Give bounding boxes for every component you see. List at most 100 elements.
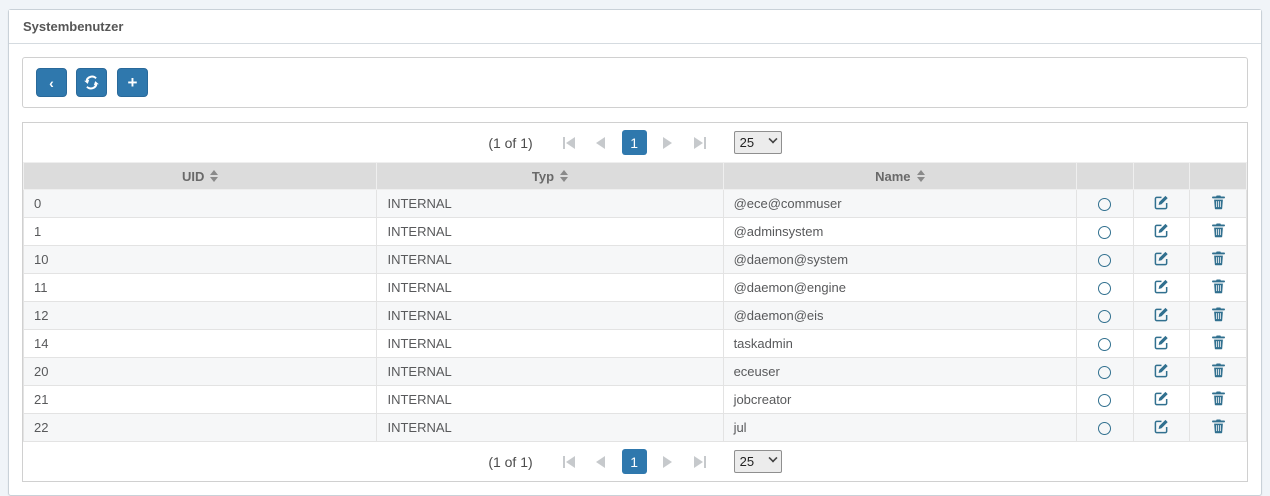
cell-name: jobcreator	[723, 386, 1076, 414]
trash-icon[interactable]	[1212, 335, 1225, 350]
cell-typ: INTERNAL	[377, 218, 723, 246]
cell-uid: 20	[24, 358, 377, 386]
cell-delete	[1190, 246, 1247, 274]
trash-icon[interactable]	[1212, 391, 1225, 406]
radio-select-icon[interactable]	[1098, 338, 1111, 351]
cell-typ: INTERNAL	[377, 414, 723, 442]
chevron-left-icon: ‹	[49, 76, 54, 90]
page-report: (1 of 1)	[488, 135, 532, 151]
edit-icon[interactable]	[1154, 251, 1169, 266]
cell-typ: INTERNAL	[377, 190, 723, 218]
table-row: 14INTERNALtaskadmin	[24, 330, 1247, 358]
radio-select-icon[interactable]	[1098, 282, 1111, 295]
radio-select-icon[interactable]	[1098, 254, 1111, 267]
radio-select-icon[interactable]	[1098, 226, 1111, 239]
last-page-icon[interactable]	[688, 450, 712, 474]
last-page-icon[interactable]	[688, 131, 712, 155]
cell-name: @daemon@system	[723, 246, 1076, 274]
plus-icon: +	[127, 74, 137, 91]
cell-delete	[1190, 302, 1247, 330]
sort-icon	[917, 170, 925, 182]
cell-name: taskadmin	[723, 330, 1076, 358]
rows-per-page-select[interactable]: 25	[734, 131, 782, 154]
trash-icon[interactable]	[1212, 307, 1225, 322]
refresh-icon	[84, 75, 99, 90]
table-row: 0INTERNAL@ece@commuser	[24, 190, 1247, 218]
table-row: 11INTERNAL@daemon@engine	[24, 274, 1247, 302]
edit-icon[interactable]	[1154, 223, 1169, 238]
cell-edit	[1133, 218, 1190, 246]
cell-typ: INTERNAL	[377, 274, 723, 302]
radio-select-icon[interactable]	[1098, 198, 1111, 211]
trash-icon[interactable]	[1212, 195, 1225, 210]
cell-select	[1077, 274, 1134, 302]
trash-icon[interactable]	[1212, 419, 1225, 434]
cell-typ: INTERNAL	[377, 358, 723, 386]
column-header-uid[interactable]: UID	[24, 163, 377, 190]
page-number-button[interactable]: 1	[622, 449, 647, 474]
edit-icon[interactable]	[1154, 279, 1169, 294]
cell-uid: 11	[24, 274, 377, 302]
radio-select-icon[interactable]	[1098, 310, 1111, 323]
rows-per-page-select[interactable]: 25	[734, 450, 782, 473]
edit-icon[interactable]	[1154, 335, 1169, 350]
table-row: 1INTERNAL@adminsystem	[24, 218, 1247, 246]
trash-icon[interactable]	[1212, 223, 1225, 238]
cell-typ: INTERNAL	[377, 246, 723, 274]
cell-select	[1077, 190, 1134, 218]
back-button[interactable]: ‹	[36, 68, 67, 97]
cell-select	[1077, 246, 1134, 274]
cell-uid: 22	[24, 414, 377, 442]
radio-select-icon[interactable]	[1098, 394, 1111, 407]
next-page-icon[interactable]	[656, 131, 680, 155]
edit-icon[interactable]	[1154, 363, 1169, 378]
cell-name: jul	[723, 414, 1076, 442]
refresh-button[interactable]	[76, 68, 107, 97]
edit-icon[interactable]	[1154, 195, 1169, 210]
systembenutzer-panel: Systembenutzer ‹ + (1 o	[8, 9, 1262, 496]
edit-icon[interactable]	[1154, 391, 1169, 406]
column-header-name[interactable]: Name	[723, 163, 1076, 190]
add-button[interactable]: +	[117, 68, 148, 97]
radio-select-icon[interactable]	[1098, 422, 1111, 435]
cell-uid: 14	[24, 330, 377, 358]
edit-icon[interactable]	[1154, 307, 1169, 322]
cell-delete	[1190, 358, 1247, 386]
first-page-icon[interactable]	[557, 450, 581, 474]
prev-page-icon[interactable]	[589, 450, 613, 474]
page-number-button[interactable]: 1	[622, 130, 647, 155]
paginator-bottom: (1 of 1) 1 25	[23, 442, 1247, 481]
cell-select	[1077, 386, 1134, 414]
column-header-typ[interactable]: Typ	[377, 163, 723, 190]
table-body: 0INTERNAL@ece@commuser1INTERNAL@adminsys…	[24, 190, 1247, 442]
trash-icon[interactable]	[1212, 363, 1225, 378]
cell-edit	[1133, 358, 1190, 386]
trash-icon[interactable]	[1212, 279, 1225, 294]
cell-delete	[1190, 414, 1247, 442]
edit-icon[interactable]	[1154, 419, 1169, 434]
table-row: 20INTERNALeceuser	[24, 358, 1247, 386]
radio-select-icon[interactable]	[1098, 366, 1111, 379]
trash-icon[interactable]	[1212, 251, 1225, 266]
cell-name: @ece@commuser	[723, 190, 1076, 218]
sort-icon	[210, 170, 218, 182]
prev-page-icon[interactable]	[589, 131, 613, 155]
cell-uid: 12	[24, 302, 377, 330]
column-header-select	[1077, 163, 1134, 190]
cell-delete	[1190, 274, 1247, 302]
column-label: UID	[182, 169, 204, 184]
table-row: 22INTERNALjul	[24, 414, 1247, 442]
cell-typ: INTERNAL	[377, 302, 723, 330]
first-page-icon[interactable]	[557, 131, 581, 155]
cell-edit	[1133, 302, 1190, 330]
cell-select	[1077, 414, 1134, 442]
table-row: 10INTERNAL@daemon@system	[24, 246, 1247, 274]
cell-delete	[1190, 386, 1247, 414]
table-row: 21INTERNALjobcreator	[24, 386, 1247, 414]
cell-delete	[1190, 218, 1247, 246]
column-header-edit	[1133, 163, 1190, 190]
table-header-row: UID Typ Name	[24, 163, 1247, 190]
next-page-icon[interactable]	[656, 450, 680, 474]
panel-body: ‹ + (1 of 1) 1	[9, 44, 1261, 495]
toolbar: ‹ +	[22, 57, 1248, 108]
